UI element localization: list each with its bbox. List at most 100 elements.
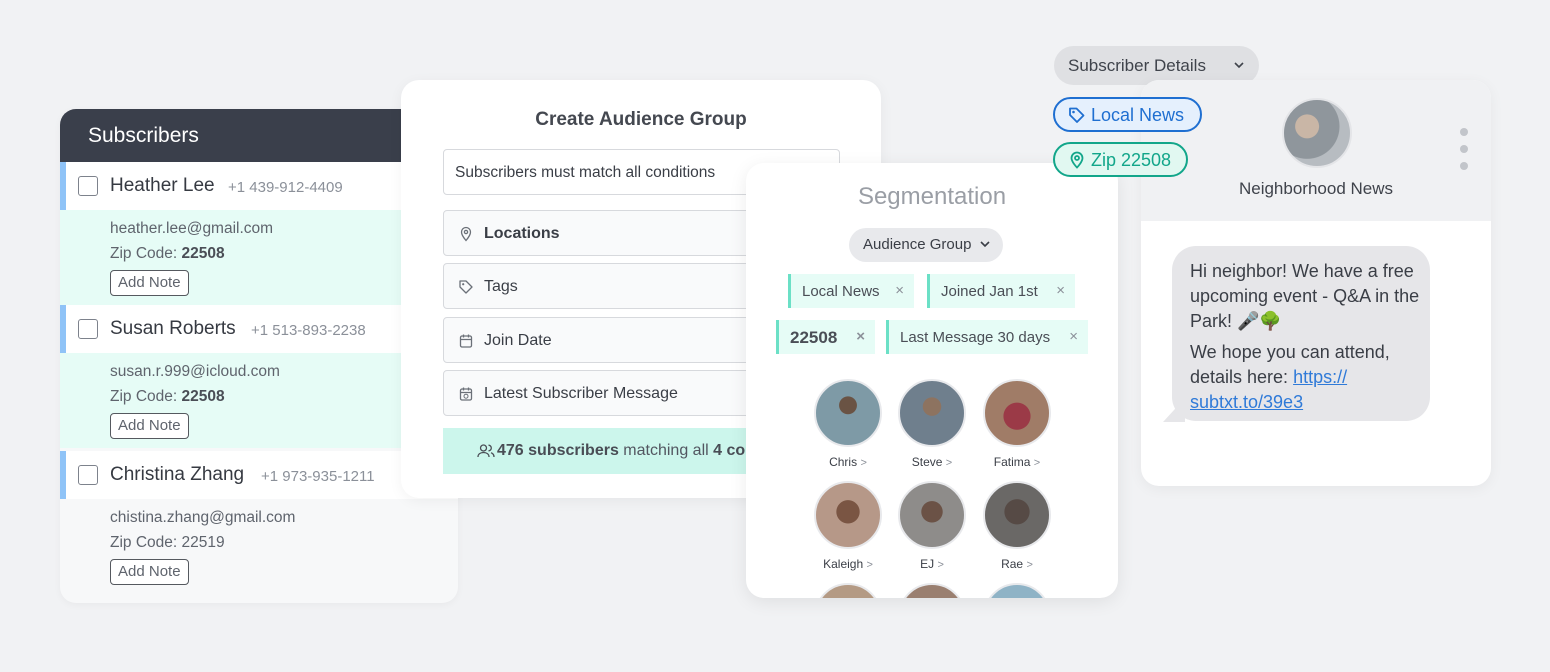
subscriber-zip: Zip Code: 22519 <box>110 534 225 551</box>
add-note-button[interactable]: Add Note <box>110 270 189 296</box>
chevron-down-icon <box>980 241 990 248</box>
tag-icon <box>1069 107 1085 123</box>
result-condition-count: 4 co <box>713 442 746 459</box>
subscriber-zip: Zip Code: 22508 <box>110 388 225 405</box>
subscriber-row[interactable]: Heather Lee +1 439-912-4409 <box>60 162 458 210</box>
subscriber-count: 476 subscribers <box>497 442 619 459</box>
dropdown-label: Audience Group <box>863 236 972 253</box>
message-text: We hope you can attend, details here: ht… <box>1190 342 1390 412</box>
chevron-right-icon: > <box>937 559 944 571</box>
close-icon[interactable]: × <box>1056 282 1065 299</box>
subscriber-email: susan.r.999@icloud.com <box>110 363 280 380</box>
person-card[interactable] <box>898 583 966 598</box>
row-checkbox[interactable] <box>78 465 98 485</box>
chevron-down-icon <box>1234 62 1244 69</box>
calendar-icon <box>459 334 473 348</box>
person-card[interactable] <box>814 583 882 598</box>
condition-label: Join Date <box>484 332 552 349</box>
chip-label: Local News <box>802 283 880 300</box>
message-preview-card: Neighborhood News Hi neighbor! We have a… <box>1141 80 1491 486</box>
subscriber-phone: +1 439-912-4409 <box>228 179 343 196</box>
chip-label: 22508 <box>790 328 838 347</box>
row-indicator <box>60 305 66 353</box>
avatar <box>898 583 966 598</box>
location-pin-icon <box>1070 151 1084 169</box>
filter-chip: Local News × <box>788 274 914 308</box>
subscriber-detail: susan.r.999@icloud.com Zip Code: 22508 A… <box>60 353 458 448</box>
card-title: Segmentation <box>857 183 1007 210</box>
chevron-right-icon: > <box>1026 559 1033 571</box>
person-name: Rae <box>1001 557 1024 571</box>
person-name: EJ <box>920 557 935 571</box>
row-checkbox[interactable] <box>78 319 98 339</box>
add-note-button[interactable]: Add Note <box>110 559 189 585</box>
person-name: Chris <box>829 455 858 469</box>
person-name: Fatima <box>993 455 1031 469</box>
tag-label: Local News <box>1091 105 1185 125</box>
chevron-right-icon: > <box>860 457 867 469</box>
chevron-right-icon: > <box>945 457 953 469</box>
subscriber-row[interactable]: Christina Zhang +1 973-935-1211 <box>60 451 458 499</box>
subscriber-email: heather.lee@gmail.com <box>110 220 274 237</box>
subscribers-panel: Subscribers Heather Lee +1 439-912-4409 … <box>60 109 458 603</box>
person-card[interactable]: EJ > <box>898 481 966 571</box>
add-note-button[interactable]: Add Note <box>110 413 189 439</box>
chip-label: Joined Jan 1st <box>941 283 1038 300</box>
person-name: Steve <box>911 455 943 469</box>
subscriber-name: Susan Roberts <box>110 318 236 339</box>
calendar-clock-icon <box>459 387 473 401</box>
close-icon[interactable]: × <box>895 282 904 299</box>
condition-label: Latest Subscriber Message <box>484 385 678 402</box>
chevron-right-icon: > <box>866 559 873 571</box>
audience-group-dropdown[interactable]: Audience Group <box>849 228 1004 262</box>
subscriber-detail: chistina.zhang@gmail.com Zip Code: 22519… <box>60 499 458 594</box>
subscriber-name: Christina Zhang <box>110 464 245 485</box>
tag-label: Zip 22508 <box>1091 150 1172 170</box>
condition-label: Tags <box>484 278 518 295</box>
segmentation-card: Segmentation Audience Group Local News ×… <box>746 163 1118 598</box>
avatar <box>983 379 1051 447</box>
location-pin-icon <box>460 226 472 242</box>
close-icon[interactable]: × <box>1069 328 1078 345</box>
result-text: matching all <box>618 442 714 459</box>
person-card[interactable]: Kaleigh > <box>814 481 882 571</box>
filter-chip: Last Message 30 days × <box>886 320 1088 354</box>
avatar <box>983 481 1051 549</box>
subscriber-name: Heather Lee <box>110 175 215 196</box>
chip-label: Last Message 30 days <box>900 329 1051 346</box>
person-name: Kaleigh <box>823 557 864 571</box>
tag-local-news[interactable]: Local News <box>1053 97 1202 132</box>
person-card[interactable] <box>983 583 1051 598</box>
avatar <box>898 481 966 549</box>
row-indicator <box>60 451 66 499</box>
message-text: Hi neighbor! We have a free upcoming eve… <box>1190 261 1420 331</box>
dropdown-label: Subscriber Details <box>1068 56 1206 75</box>
subscriber-row[interactable]: Susan Roberts +1 513-893-2238 <box>60 305 458 353</box>
subscriber-email: chistina.zhang@gmail.com <box>110 509 296 526</box>
subscriber-zip: Zip Code: 22508 <box>110 245 225 262</box>
avatar <box>814 379 882 447</box>
filter-chip: Joined Jan 1st × <box>927 274 1075 308</box>
row-checkbox[interactable] <box>78 176 98 196</box>
filter-chip: 22508 × <box>776 320 875 354</box>
person-card[interactable]: Steve > <box>898 379 966 469</box>
subscriber-detail: heather.lee@gmail.com Zip Code: 22508 Ad… <box>60 210 458 305</box>
avatar <box>814 583 882 598</box>
person-card[interactable]: Chris > <box>814 379 882 469</box>
subscriber-phone: +1 513-893-2238 <box>251 322 366 339</box>
more-options-icon[interactable] <box>1460 128 1468 179</box>
card-title: Create Audience Group <box>535 109 747 130</box>
sender-name: Neighborhood News <box>1238 179 1394 198</box>
person-card[interactable]: Rae > <box>983 481 1051 571</box>
subscribers-title: Subscribers <box>60 109 458 162</box>
chevron-right-icon: > <box>1033 457 1041 469</box>
person-card[interactable]: Fatima > <box>983 379 1051 469</box>
close-icon[interactable]: × <box>856 328 865 345</box>
users-icon <box>477 444 495 458</box>
avatar <box>983 583 1051 598</box>
avatar <box>814 481 882 549</box>
condition-label: Locations <box>484 225 560 242</box>
tag-icon <box>459 280 473 294</box>
tag-zip[interactable]: Zip 22508 <box>1053 142 1188 177</box>
row-indicator <box>60 162 66 210</box>
